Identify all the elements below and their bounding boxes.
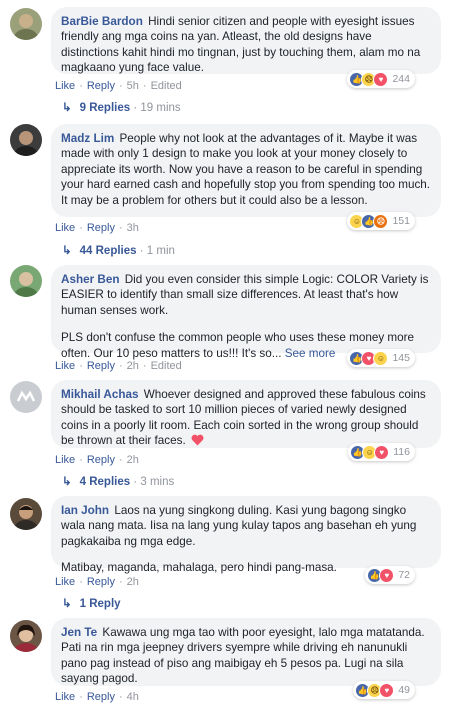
replies-count: 1 Reply [79, 598, 121, 610]
love-icon: ♥ [373, 71, 389, 87]
reactions-summary[interactable]: ☺ 👍 ☹ 151 [347, 212, 415, 230]
reply-link[interactable]: Reply [87, 222, 115, 234]
view-replies-link[interactable]: ↳ 1 Reply [62, 597, 121, 611]
reaction-count: 145 [392, 352, 410, 364]
edited-label[interactable]: Edited [151, 80, 182, 92]
like-link[interactable]: Like [55, 691, 75, 703]
haha-icon: ☺ [373, 350, 389, 366]
reply-link[interactable]: Reply [87, 360, 115, 372]
avatar[interactable] [10, 124, 42, 156]
comment-bubble: Asher Ben Did you even consider this sim… [51, 265, 441, 360]
avatar[interactable] [10, 620, 42, 652]
reply-link[interactable]: Reply [87, 454, 115, 466]
view-replies-link[interactable]: ↳ 44 Replies · 1 min [62, 244, 175, 258]
reply-arrow-icon: ↳ [62, 598, 72, 610]
reactions-summary[interactable]: 👍 ♥ ☺ 145 [347, 349, 415, 367]
timestamp[interactable]: 3h [127, 222, 139, 234]
avatar[interactable] [10, 498, 42, 530]
comment-text: Laos na yung singkong duling. Kasi yung … [61, 504, 417, 548]
replies-time: 3 mins [140, 476, 175, 488]
reactions-summary[interactable]: 👍 ☹ ♥ 244 [347, 70, 415, 88]
comment-actions: Like · Reply · 2h [55, 576, 139, 588]
avatar[interactable] [10, 265, 42, 297]
comment-text: Kawawa ung mga tao with poor eyesight, l… [61, 626, 425, 686]
comment-actions: Like · Reply · 3h [55, 222, 139, 234]
comment-bubble: Ian John Laos na yung singkong duling. K… [51, 496, 441, 574]
view-replies-link[interactable]: ↳ 4 Replies · 3 mins [62, 475, 174, 489]
love-icon: ♥ [374, 444, 390, 460]
comment-author[interactable]: Jen Te [61, 626, 97, 639]
comment-author[interactable]: Madz Lim [61, 132, 114, 145]
edited-label[interactable]: Edited [151, 360, 182, 372]
comment-author[interactable]: Ian John [61, 504, 109, 517]
comment-actions: Like · Reply · 4h [55, 691, 139, 703]
like-link[interactable]: Like [55, 360, 75, 372]
reply-link[interactable]: Reply [87, 80, 115, 92]
heart-emoji-icon [191, 434, 204, 450]
timestamp[interactable]: 5h [127, 80, 139, 92]
comment-actions: Like · Reply · 5h · Edited [55, 80, 182, 92]
reaction-count: 49 [398, 684, 410, 696]
reactions-summary[interactable]: 👍 ☺ ♥ 116 [348, 443, 415, 461]
comment-bubble: Mikhail Achas Whoever designed and appro… [51, 380, 441, 448]
reply-arrow-icon: ↳ [62, 102, 72, 114]
see-more-link[interactable]: See more [285, 347, 336, 360]
reactions-summary[interactable]: 👍 ♥ 72 [365, 566, 415, 584]
comment-bubble: Madz Lim People why not look at the adva… [51, 124, 441, 217]
reply-arrow-icon: ↳ [62, 245, 72, 257]
timestamp[interactable]: 4h [127, 691, 139, 703]
angry-icon: ☹ [373, 213, 389, 229]
reaction-count: 244 [392, 73, 410, 85]
replies-time: 1 min [146, 245, 175, 257]
replies-count: 4 Replies [79, 476, 131, 488]
avatar[interactable] [10, 381, 42, 413]
timestamp[interactable]: 2h [127, 454, 139, 466]
comment-text: People why not look at the advantages of… [61, 132, 431, 207]
reply-link[interactable]: Reply [87, 576, 115, 588]
reply-arrow-icon: ↳ [62, 476, 72, 488]
comment-actions: Like · Reply · 2h · Edited [55, 360, 182, 372]
like-link[interactable]: Like [55, 222, 75, 234]
comment-author[interactable]: Asher Ben [61, 273, 119, 286]
comment-author[interactable]: Mikhail Achas [61, 388, 139, 401]
comment-bubble: Jen Te Kawawa ung mga tao with poor eyes… [51, 618, 441, 686]
replies-count: 9 Replies [79, 102, 131, 114]
replies-count: 44 Replies [79, 245, 137, 257]
like-link[interactable]: Like [55, 80, 75, 92]
comment-text-continued: Matibay, maganda, mahalaga, pero hindi p… [61, 561, 337, 575]
reaction-count: 72 [398, 569, 410, 581]
comment-bubble: BarBie Bardon Hindi senior citizen and p… [51, 7, 441, 74]
like-link[interactable]: Like [55, 576, 75, 588]
reaction-count: 116 [393, 446, 410, 458]
timestamp[interactable]: 2h [127, 360, 139, 372]
reactions-summary[interactable]: 👍 ☹ ♥ 49 [353, 681, 415, 699]
reaction-count: 151 [392, 215, 410, 227]
view-replies-link[interactable]: ↳ 9 Replies · 19 mins [62, 101, 181, 115]
reply-link[interactable]: Reply [87, 691, 115, 703]
comment-author[interactable]: BarBie Bardon [61, 15, 143, 28]
timestamp[interactable]: 2h [127, 576, 139, 588]
like-link[interactable]: Like [55, 454, 75, 466]
love-icon: ♥ [379, 567, 395, 583]
replies-time: 19 mins [140, 102, 181, 114]
comment-actions: Like · Reply · 2h [55, 454, 139, 466]
love-icon: ♥ [379, 682, 395, 698]
avatar[interactable] [10, 8, 42, 40]
